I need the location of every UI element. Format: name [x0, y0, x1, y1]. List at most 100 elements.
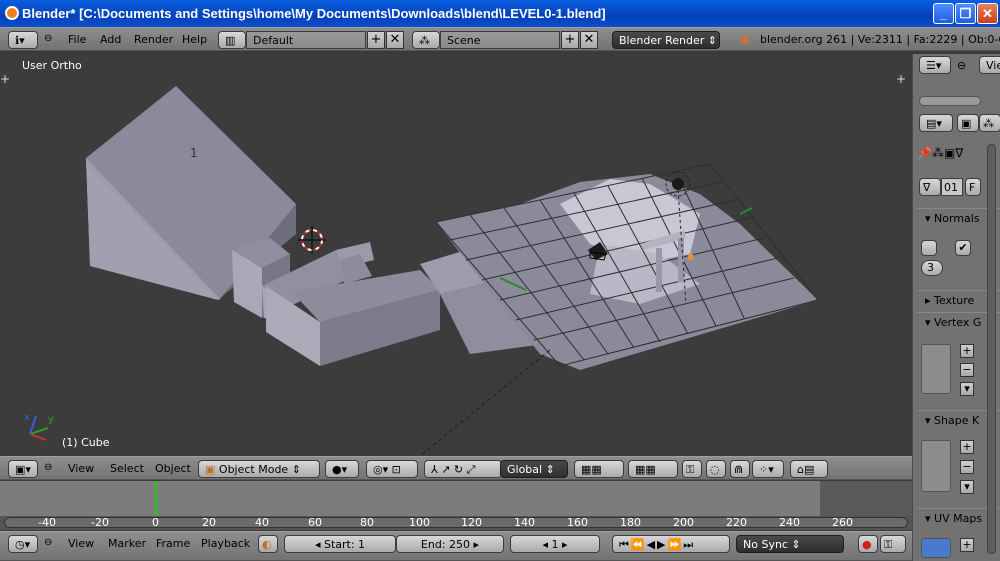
collapse-menu-icon[interactable]: ⊖	[44, 537, 52, 548]
menu-frame[interactable]: Frame	[156, 537, 190, 550]
maximize-button[interactable]: ❐	[955, 3, 976, 24]
proportional-edit-icon[interactable]: ◌	[706, 460, 726, 478]
start-frame-field[interactable]: ◂ Start: 1	[284, 535, 396, 553]
add-layout-button[interactable]: +	[367, 31, 385, 49]
shape-key-menu-icon[interactable]: ▾	[960, 480, 974, 494]
fake-user-button[interactable]: F	[965, 178, 981, 196]
info-header: ℹ▾ ⊖ File Add Render Help ▥ Default + ✕ …	[0, 27, 1000, 51]
panel-normals-label: Normals	[934, 212, 980, 225]
layers-grid-2[interactable]: ▦▦	[628, 460, 678, 478]
properties-view-tab[interactable]: View	[979, 56, 1000, 74]
render-engine-label: Blender Render	[619, 34, 705, 47]
current-frame-field[interactable]: ◂ 1 ▸	[510, 535, 600, 553]
tick-label: 120	[461, 516, 482, 529]
out-of-range-region	[820, 481, 912, 516]
frame-range-region	[0, 481, 820, 516]
tick-label: 220	[726, 516, 747, 529]
editor-type-properties-icon[interactable]: ☰▾	[919, 56, 951, 74]
3d-viewport[interactable]: User Ortho + + 1 x y (1) Cube	[0, 54, 912, 456]
mesh-data-icon[interactable]: ∇	[919, 178, 941, 196]
end-frame-field[interactable]: End: 250 ▸	[396, 535, 504, 553]
tick-label: 0	[152, 516, 159, 529]
layers-grid-1[interactable]: ▦▦	[574, 460, 624, 478]
cube-icon: ▣	[205, 463, 216, 476]
menu-file[interactable]: File	[68, 33, 86, 46]
start-frame-label: Start: 1	[323, 538, 366, 551]
remove-vertex-group-button[interactable]: −	[960, 363, 974, 377]
pivot-point-select[interactable]: ◎▾ ⊡	[366, 460, 418, 478]
menu-add[interactable]: Add	[100, 33, 121, 46]
menu-select[interactable]: Select	[110, 462, 144, 475]
mesh-users-field[interactable]: 01	[941, 178, 963, 196]
vertex-groups-list[interactable]	[921, 344, 951, 394]
uv-maps-list[interactable]	[921, 538, 951, 558]
properties-editor: ☰▾ ⊖ View ▤▾ ▣ ⁂ 📌⁂▣∇ ∇ 01 F ▾ Normals ✔…	[912, 54, 1000, 561]
render-opengl-icons[interactable]: ⌂▤	[790, 460, 828, 478]
render-engine-select[interactable]: Blender Render ⇕	[612, 31, 720, 49]
tick-label: -40	[38, 516, 56, 529]
properties-vertical-scrollbar[interactable]	[987, 144, 996, 554]
close-button[interactable]: ✕	[977, 3, 998, 24]
sync-mode-select[interactable]: No Sync ⇕	[736, 535, 844, 553]
keying-icon[interactable]: ⚿	[880, 535, 906, 553]
timeline-ruler[interactable]: -40 -20 0 20 40 60 80 100 120 140 160 18…	[0, 516, 912, 530]
menu-view[interactable]: View	[68, 462, 94, 475]
properties-context-select[interactable]: ▤▾	[919, 114, 953, 132]
collapse-menu-icon[interactable]: ⊖	[44, 462, 52, 473]
menu-help[interactable]: Help	[182, 33, 207, 46]
editor-type-info-icon[interactable]: ℹ▾	[8, 31, 38, 49]
editor-type-timeline-icon[interactable]: ◷▾	[8, 535, 38, 553]
sync-mode-label: No Sync	[743, 538, 788, 551]
timeline-area[interactable]	[0, 481, 912, 516]
current-frame-indicator[interactable]	[155, 481, 158, 516]
record-icon[interactable]: ●	[858, 535, 878, 553]
remove-shape-key-button[interactable]: −	[960, 460, 974, 474]
scene-field[interactable]: Scene	[440, 31, 560, 49]
preview-range-icon[interactable]: ◐	[258, 535, 278, 553]
menu-marker[interactable]: Marker	[108, 537, 146, 550]
angle-field[interactable]: 3	[921, 260, 943, 276]
remove-scene-button[interactable]: ✕	[580, 31, 598, 49]
transform-orientation-select[interactable]: Global ⇕	[500, 460, 568, 478]
double-sided-checkbox[interactable]: ✔	[955, 240, 971, 256]
snap-icon[interactable]: ⋒	[730, 460, 750, 478]
menu-playback[interactable]: Playback	[201, 537, 250, 550]
mode-select[interactable]: ▣ Object Mode ⇕	[198, 460, 320, 478]
scene-icon[interactable]: ⁂	[412, 31, 440, 49]
properties-scrollbar[interactable]	[919, 96, 981, 106]
timeline-scrollbar[interactable]	[4, 517, 908, 528]
axis-y-label: y	[48, 414, 54, 425]
lock-layers-icon[interactable]: ⚿	[682, 460, 702, 478]
menu-render[interactable]: Render	[134, 33, 173, 46]
collapse-menu-icon[interactable]: ⊖	[957, 59, 966, 72]
panel-vertex-groups-label: Vertex G	[934, 316, 982, 329]
tick-label: 180	[620, 516, 641, 529]
remove-layout-button[interactable]: ✕	[386, 31, 404, 49]
playback-controls[interactable]: ⏮⏪◀▶⏩⏭	[612, 535, 730, 553]
tick-label: 240	[779, 516, 800, 529]
add-shape-key-button[interactable]: +	[960, 440, 974, 454]
scene-tab-icon[interactable]: ⁂	[979, 114, 1000, 132]
screen-layout-icon[interactable]: ▥	[218, 31, 246, 49]
add-vertex-group-button[interactable]: +	[960, 344, 974, 358]
snap-element-select[interactable]: ⁘▾	[752, 460, 784, 478]
auto-smooth-checkbox[interactable]	[921, 240, 937, 256]
menu-object[interactable]: Object	[155, 462, 191, 475]
minimize-button[interactable]: _	[933, 3, 954, 24]
menu-view[interactable]: View	[68, 537, 94, 550]
add-scene-button[interactable]: +	[561, 31, 579, 49]
shape-keys-list[interactable]	[921, 440, 951, 492]
tick-label: -20	[91, 516, 109, 529]
panel-uv-maps-label: UV Maps	[934, 512, 983, 525]
editor-type-3d-icon[interactable]: ▣▾	[8, 460, 38, 478]
blender-logo-icon: ◉	[740, 33, 750, 46]
vertex-group-menu-icon[interactable]: ▾	[960, 382, 974, 396]
add-uv-map-button[interactable]: +	[960, 538, 974, 552]
viewport-shading-select[interactable]: ●▾	[325, 460, 359, 478]
active-object-label: (1) Cube	[62, 436, 110, 449]
panel-shape-keys-label: Shape K	[934, 414, 980, 427]
collapse-menu-icon[interactable]: ⊖	[44, 33, 52, 44]
manipulator-buttons[interactable]: ⅄ ↗ ↻ ⤢	[424, 460, 502, 478]
render-tab-icon[interactable]: ▣	[957, 114, 979, 132]
layout-field[interactable]: Default	[246, 31, 366, 49]
